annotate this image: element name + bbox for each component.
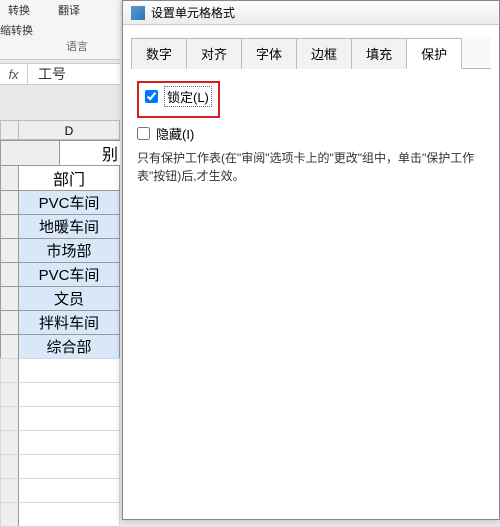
fx-icon[interactable]: fx [0,64,28,84]
table-row: 地暖车间 [1,215,120,239]
row-header[interactable] [1,191,19,215]
row-header[interactable] [1,215,19,239]
ribbon-group-label-language: 语言 [66,38,88,54]
tab-body-protect: 锁定(L) 隐藏(I) 只有保护工作表(在"审阅"选项卡上的"更改"组中，单击"… [123,69,499,197]
spreadsheet-grid: D 别 部门 PVC车间 地暖车间 市场部 PVC车间 文员 拌料车间 综合部 [0,120,120,527]
cell[interactable]: 拌料车间 [19,311,120,335]
ribbon-shrink-convert[interactable]: 缩转换 [0,22,33,38]
lock-label: 锁定(L) [164,86,212,107]
dialog-title-text: 设置单元格格式 [151,4,235,21]
hide-label: 隐藏(I) [156,124,194,143]
table-row: 拌料车间 [1,311,120,335]
tab-number[interactable]: 数字 [131,38,187,69]
row-header[interactable] [1,335,19,359]
tab-border[interactable]: 边框 [296,38,352,69]
ribbon-convert[interactable]: 转换 [8,2,30,18]
dialog-titlebar: 设置单元格格式 [123,1,499,25]
row-header[interactable] [1,141,60,166]
table-row: 别 [1,141,121,166]
cell[interactable]: 市场部 [19,239,120,263]
name-box[interactable]: 工号 [28,64,120,84]
table-row: 部门 [1,166,120,191]
cell[interactable]: PVC车间 [19,263,120,287]
data-table: 别 [0,140,120,166]
tab-fill[interactable]: 填充 [351,38,407,69]
table-row: PVC车间 [1,263,120,287]
row-header[interactable] [1,263,19,287]
tab-font[interactable]: 字体 [241,38,297,69]
help-text: 只有保护工作表(在"审阅"选项卡上的"更改"组中，单击"保护工作表"按钮)后,才… [137,149,485,185]
cell[interactable]: 文员 [19,287,120,311]
table-row: PVC车间 [1,191,120,215]
table-row: 综合部 [1,335,120,359]
col-header-left[interactable] [1,121,19,139]
hide-checkbox[interactable] [137,127,150,140]
hide-checkbox-row[interactable]: 隐藏(I) [137,124,485,143]
format-cells-dialog: 设置单元格格式 数字 对齐 字体 边框 填充 保护 锁定(L) 隐藏(I) 只有… [122,0,500,520]
dialog-tabstrip: 数字 对齐 字体 边框 填充 保护 [131,37,491,69]
lock-checkbox[interactable] [145,90,158,103]
highlight-box: 锁定(L) [137,81,220,118]
row-header[interactable] [1,166,19,191]
dialog-icon [131,6,145,20]
row-header[interactable] [1,239,19,263]
row-header[interactable] [1,311,19,335]
cell[interactable]: 部门 [19,166,120,191]
lock-checkbox-row[interactable]: 锁定(L) [145,86,212,107]
col-header-d[interactable]: D [19,121,119,139]
tab-protect[interactable]: 保护 [406,38,462,69]
cell[interactable]: 综合部 [19,335,120,359]
cell[interactable]: 地暖车间 [19,215,120,239]
cell[interactable]: PVC车间 [19,191,120,215]
formula-bar: fx 工号 [0,63,120,85]
ribbon-fragment: 转换 翻译 缩转换 语言 [0,0,120,60]
cell-partial[interactable]: 别 [59,141,120,166]
table-row: 文员 [1,287,120,311]
ribbon-translate[interactable]: 翻译 [58,2,80,18]
row-header[interactable] [1,287,19,311]
column-headers: D [0,120,120,140]
table-row: 市场部 [1,239,120,263]
tab-align[interactable]: 对齐 [186,38,242,69]
